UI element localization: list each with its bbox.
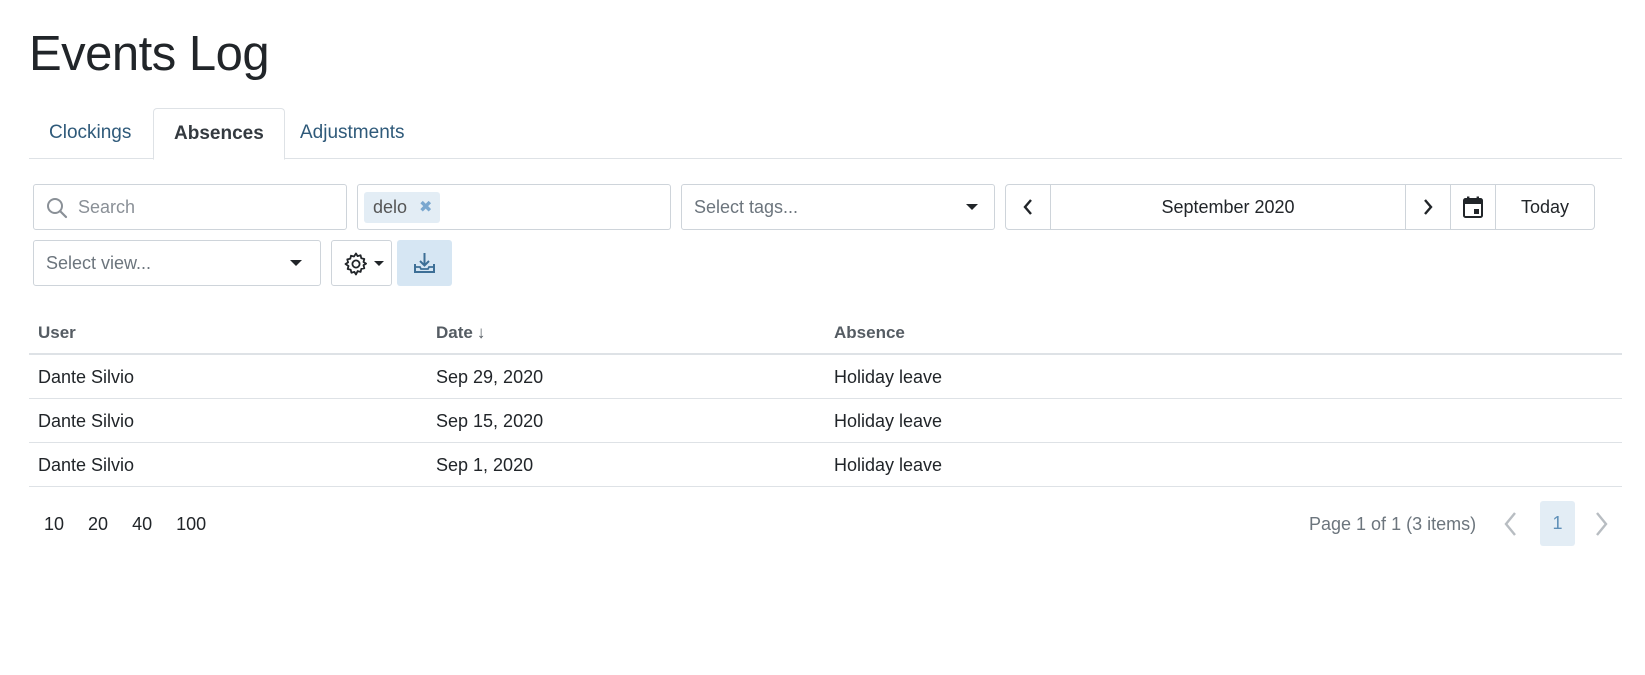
previous-period-button[interactable] bbox=[1006, 185, 1051, 229]
column-header-date-label: Date bbox=[436, 323, 473, 342]
cell-absence: Holiday leave bbox=[834, 367, 943, 387]
view-select-placeholder: Select view... bbox=[46, 253, 152, 273]
sort-descending-icon: ↓ bbox=[476, 323, 486, 342]
download-icon bbox=[414, 253, 435, 273]
cell-date: Sep 1, 2020 bbox=[436, 455, 534, 475]
cell-user: Dante Silvio bbox=[38, 367, 135, 387]
user-filter-chip-label: delo bbox=[373, 197, 408, 217]
tags-select[interactable]: Select tags... bbox=[681, 184, 995, 230]
cell-date: Sep 15, 2020 bbox=[436, 411, 544, 431]
date-navigator: September 2020 Today bbox=[1005, 184, 1595, 230]
page-size-100[interactable]: 100 bbox=[164, 508, 218, 540]
cell-absence: Holiday leave bbox=[834, 455, 943, 475]
chip-remove-icon[interactable]: ✖ bbox=[419, 192, 432, 223]
tab-adjustments[interactable]: Adjustments bbox=[280, 108, 425, 159]
cell-user: Dante Silvio bbox=[38, 411, 135, 431]
cell-user: Dante Silvio bbox=[38, 455, 135, 475]
user-filter-chip: delo ✖ bbox=[364, 192, 441, 223]
view-select[interactable]: Select view... bbox=[33, 240, 321, 286]
page-size-20[interactable]: 20 bbox=[76, 508, 120, 540]
table-header: User Date ↓ Absence bbox=[29, 311, 1622, 355]
chevron-down-icon bbox=[966, 204, 978, 210]
previous-page-button[interactable] bbox=[1498, 508, 1524, 540]
today-button[interactable]: Today bbox=[1496, 185, 1594, 229]
calendar-icon bbox=[1463, 196, 1483, 218]
user-filter-select[interactable]: delo ✖ bbox=[357, 184, 671, 230]
pagination-info: Page 1 of 1 (3 items) bbox=[1309, 514, 1477, 534]
table-row[interactable]: Dante Silvio Sep 15, 2020 Holiday leave bbox=[29, 399, 1622, 443]
tab-clockings[interactable]: Clockings bbox=[29, 108, 151, 159]
chevron-down-icon bbox=[290, 260, 302, 266]
calendar-button[interactable] bbox=[1451, 185, 1496, 229]
tags-select-placeholder: Select tags... bbox=[694, 197, 799, 217]
export-button[interactable] bbox=[397, 240, 452, 286]
chevron-right-icon bbox=[1424, 199, 1433, 215]
chevron-right-icon bbox=[1596, 512, 1608, 536]
chevron-left-icon bbox=[1504, 512, 1516, 536]
column-header-absence[interactable]: Absence bbox=[834, 311, 905, 355]
table-row[interactable]: Dante Silvio Sep 1, 2020 Holiday leave bbox=[29, 443, 1622, 487]
cell-date: Sep 29, 2020 bbox=[436, 367, 544, 387]
search-box bbox=[33, 184, 347, 230]
tab-absences[interactable]: Absences bbox=[153, 108, 285, 160]
page-1-button[interactable]: 1 bbox=[1540, 501, 1575, 546]
gear-icon bbox=[344, 252, 367, 276]
column-header-user[interactable]: User bbox=[38, 311, 76, 355]
chevron-down-icon bbox=[374, 261, 384, 266]
next-page-button[interactable] bbox=[1588, 508, 1614, 540]
search-icon bbox=[47, 198, 68, 219]
next-period-button[interactable] bbox=[1406, 185, 1451, 229]
column-header-date[interactable]: Date ↓ bbox=[436, 311, 485, 355]
tabs: Clockings Absences Adjustments bbox=[29, 108, 1622, 160]
search-input[interactable] bbox=[78, 185, 340, 229]
page-size-40[interactable]: 40 bbox=[120, 508, 164, 540]
page-title: Events Log bbox=[29, 27, 270, 81]
chevron-left-icon bbox=[1023, 199, 1032, 215]
page-size-selector: 10 20 40 100 bbox=[32, 508, 218, 540]
period-label[interactable]: September 2020 bbox=[1051, 185, 1406, 229]
table-row[interactable]: Dante Silvio Sep 29, 2020 Holiday leave bbox=[29, 355, 1622, 399]
page-size-10[interactable]: 10 bbox=[32, 508, 76, 540]
absences-table: User Date ↓ Absence Dante Silvio Sep 29, … bbox=[29, 311, 1622, 487]
settings-button[interactable] bbox=[331, 240, 392, 286]
cell-absence: Holiday leave bbox=[834, 411, 943, 431]
